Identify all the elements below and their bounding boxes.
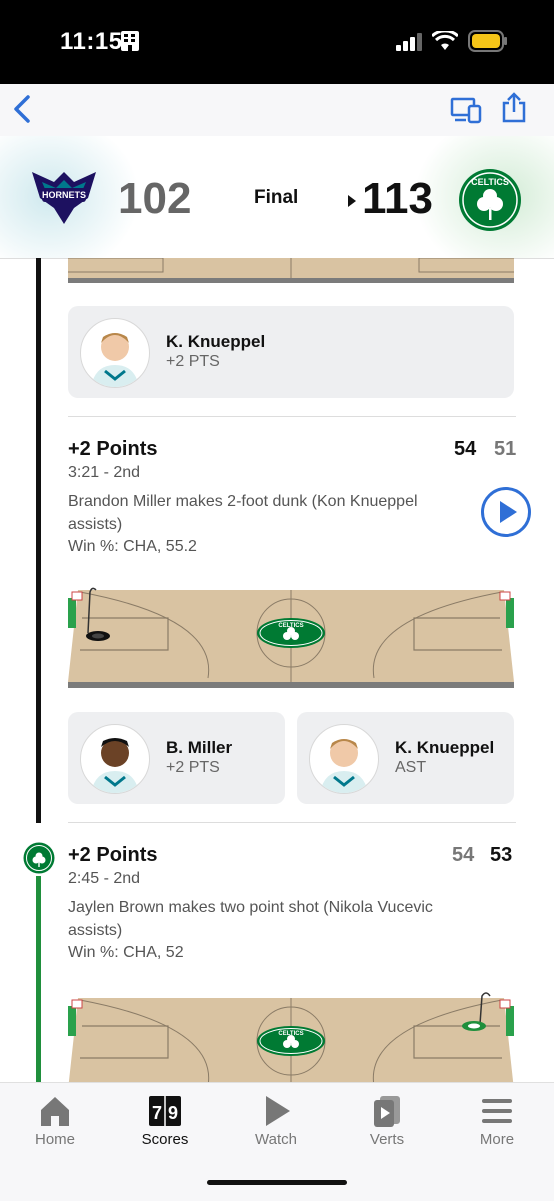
play-icon [266, 1096, 290, 1126]
play-time: 3:21 - 2nd [68, 464, 141, 481]
court-diagram [68, 258, 514, 283]
play-score-away: 54 [452, 844, 475, 866]
player-avatar [80, 318, 150, 388]
court-diagram: CELTICS [68, 992, 514, 1084]
battery-icon [468, 30, 507, 52]
home-score: 113 [362, 174, 433, 223]
tab-label: Watch [255, 1131, 297, 1148]
status-time: 11:15 [60, 28, 123, 55]
tab-label: More [479, 1131, 515, 1148]
divider [68, 416, 516, 417]
play-video-button[interactable] [480, 486, 532, 538]
play-title: +2 Points [68, 844, 158, 866]
svg-text:CELTICS: CELTICS [278, 1031, 303, 1037]
scoreboard-icon: 7 9 [149, 1096, 181, 1126]
share-icon[interactable] [500, 92, 528, 124]
tab-home[interactable]: Home [0, 1083, 110, 1163]
svg-text:CELTICS: CELTICS [278, 623, 303, 629]
win-probability: Win %: CHA, 55.2 [68, 538, 197, 555]
tab-watch[interactable]: Watch [221, 1083, 331, 1163]
play-time: 2:45 - 2nd [68, 870, 141, 887]
winner-arrow-icon [348, 195, 356, 207]
play-description: Brandon Miller makes 2-foot dunk (Kon Kn… [68, 493, 418, 533]
player-stat: +2 PTS [166, 759, 220, 776]
tab-scores[interactable]: 7 9 Scores [110, 1083, 220, 1163]
home-icon [41, 1097, 69, 1126]
building-icon [121, 31, 139, 51]
timeline-line-away [36, 258, 41, 823]
divider [68, 822, 516, 823]
tab-label: Verts [369, 1131, 405, 1148]
player-card[interactable]: K. Knueppel +2 PTS [68, 306, 514, 398]
nav-bar [0, 84, 554, 136]
tab-label: Home [34, 1131, 75, 1148]
menu-icon [482, 1099, 512, 1123]
win-probability: Win %: CHA, 52 [68, 944, 184, 961]
play-score-home: 51 [494, 438, 517, 460]
play-title: +2 Points [68, 438, 158, 460]
back-icon[interactable] [10, 94, 34, 124]
game-status: Final [254, 187, 299, 208]
play-by-play-feed[interactable]: K. Knueppel +2 PTS +2 Points 54 51 3:21 … [0, 258, 554, 1084]
svg-text:CELTICS: CELTICS [471, 177, 509, 187]
signal-icon [396, 33, 422, 51]
court-diagram: CELTICS [68, 587, 514, 688]
celtics-timeline-icon [23, 842, 55, 874]
player-card[interactable]: B. Miller +2 PTS [68, 712, 285, 804]
player-avatar [309, 724, 379, 794]
celtics-logo[interactable]: CELTICS [458, 168, 522, 232]
verts-icon [374, 1096, 400, 1127]
wifi-icon [432, 31, 458, 50]
svg-text:7: 7 [152, 1103, 162, 1123]
player-stat: AST [395, 759, 427, 776]
play-description: Jaylen Brown makes two point shot (Nikol… [68, 899, 433, 939]
hornets-logo[interactable]: HORNETS [28, 164, 100, 228]
player-name: B. Miller [166, 738, 233, 757]
game-scoreboard: HORNETS 102 Final 113 CELTICS [0, 136, 554, 259]
home-indicator[interactable] [207, 1180, 347, 1185]
player-avatar [80, 724, 150, 794]
svg-text:HORNETS: HORNETS [42, 190, 86, 200]
player-name: K. Knueppel [166, 332, 266, 351]
svg-text:9: 9 [168, 1103, 178, 1123]
tab-verts[interactable]: Verts [332, 1083, 442, 1163]
away-score: 102 [118, 174, 192, 223]
status-bar: 11:15 [0, 0, 554, 84]
play-score-away: 54 [454, 438, 477, 460]
player-stat: +2 PTS [166, 353, 220, 370]
player-name: K. Knueppel [395, 738, 495, 757]
timeline-line-home [36, 876, 41, 1084]
tab-more[interactable]: More [442, 1083, 552, 1163]
player-card[interactable]: K. Knueppel AST [297, 712, 514, 804]
cast-devices-icon[interactable] [450, 96, 482, 124]
play-score-home: 53 [490, 844, 513, 866]
tab-label: Scores [141, 1131, 189, 1148]
